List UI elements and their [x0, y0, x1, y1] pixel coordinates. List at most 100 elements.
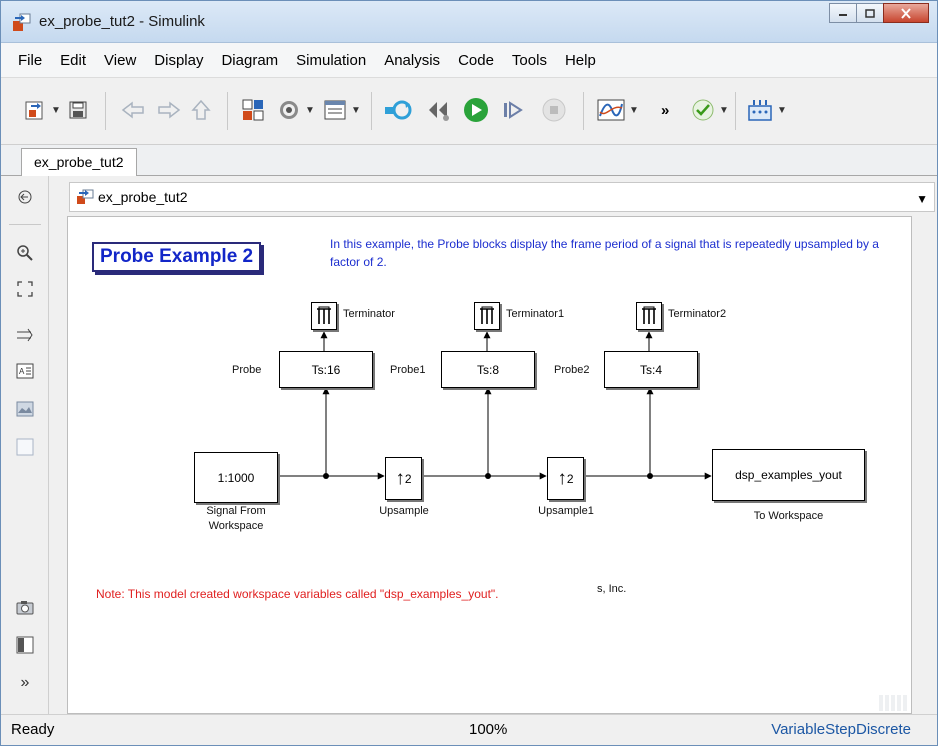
hide-browser-button[interactable] [14, 186, 36, 208]
stop-icon [542, 98, 566, 122]
step-back-icon [429, 102, 449, 121]
terminator-icon [642, 306, 656, 324]
probe2-block[interactable]: Ts:4 [604, 351, 698, 388]
save-icon [69, 101, 87, 119]
model-path-field[interactable]: ex_probe_tut2 ▼ [69, 182, 935, 212]
new-model-button[interactable]: ▼ [23, 92, 61, 128]
window-title: ex_probe_tut2 - Simulink [39, 13, 205, 30]
zoom-button[interactable] [14, 242, 36, 264]
minimize-button[interactable] [829, 3, 857, 23]
menu-analysis[interactable]: Analysis [375, 52, 449, 69]
data-inspector-button[interactable]: ▼ [597, 92, 639, 128]
image-icon [16, 401, 34, 417]
route-lines-icon [17, 328, 33, 342]
fit-to-view-button[interactable] [14, 278, 36, 300]
left-palette: A » [1, 176, 49, 714]
terminator-block[interactable] [311, 302, 337, 330]
probe2-label: Probe2 [554, 364, 590, 376]
menu-bar: File Edit View Display Diagram Simulatio… [1, 43, 937, 77]
step-back-button[interactable] [425, 92, 453, 128]
library-browser-button[interactable] [241, 92, 265, 128]
terminator1-block[interactable] [474, 302, 500, 330]
model-note: Note: This model created workspace varia… [96, 587, 499, 601]
close-button[interactable] [883, 3, 929, 23]
probe-block[interactable]: Ts:16 [279, 351, 373, 388]
checkmark-icon [692, 99, 714, 121]
terminator-icon [317, 306, 331, 324]
image-annotation-button[interactable] [14, 398, 36, 420]
forward-button[interactable] [157, 92, 181, 128]
menu-file[interactable]: File [9, 52, 51, 69]
toolbar: ▼ ▼ ▼ ▼ » ▼ ▼ [1, 77, 937, 145]
menu-display[interactable]: Display [145, 52, 212, 69]
more-label: » [661, 101, 670, 119]
terminator1-label: Terminator1 [506, 308, 565, 320]
status-bar: Ready 100% VariableStepDiscrete [1, 714, 937, 745]
run-button[interactable] [463, 92, 489, 128]
model-browser-icon [16, 636, 34, 654]
signal-from-workspace-block[interactable]: 1:1000 [194, 452, 278, 503]
signal-from-workspace-label: Signal From Workspace [206, 505, 266, 532]
arrow-right-icon [158, 101, 181, 119]
terminator2-block[interactable] [636, 302, 662, 330]
model-explorer-button[interactable]: ▼ [323, 92, 361, 128]
build-icon [748, 100, 772, 121]
more-tools-button[interactable]: » [661, 92, 669, 128]
model-browser-button[interactable] [14, 634, 36, 656]
tab-ex-probe-tut2[interactable]: ex_probe_tut2 [21, 148, 137, 177]
simulink-window: ex_probe_tut2 - Simulink File Edit View … [0, 0, 938, 746]
menu-edit[interactable]: Edit [51, 52, 95, 69]
up-arrow-icon: ↑ [395, 467, 405, 489]
step-forward-button[interactable] [501, 92, 525, 128]
library-browser-icon [242, 99, 264, 121]
menu-view[interactable]: View [95, 52, 145, 69]
upsample-block[interactable]: ↑ 2 [385, 457, 422, 500]
menu-tools[interactable]: Tools [503, 52, 556, 69]
menu-simulation[interactable]: Simulation [287, 52, 375, 69]
terminator2-label: Terminator2 [668, 308, 727, 320]
check-model-button[interactable]: ▼ [691, 92, 729, 128]
probe1-label: Probe1 [390, 364, 426, 376]
resize-grip[interactable] [879, 695, 909, 711]
annotation-button[interactable]: A [14, 360, 36, 382]
back-button[interactable] [121, 92, 145, 128]
build-button[interactable]: ▼ [747, 92, 787, 128]
upsample-factor: 2 [404, 471, 412, 486]
copyright-fragment: s, Inc. [597, 583, 627, 595]
up-arrow-icon: ↑ [557, 467, 567, 489]
chevron-down-icon[interactable]: ▼ [916, 192, 928, 206]
menu-code[interactable]: Code [449, 52, 503, 69]
stop-button[interactable] [541, 92, 567, 128]
signal-plot-icon [597, 99, 625, 121]
update-diagram-button[interactable] [383, 92, 413, 128]
model-configuration-button[interactable]: ▼ [277, 92, 315, 128]
circle-arrow-icon [18, 190, 32, 204]
run-icon [464, 98, 488, 122]
upsample-factor: 2 [566, 471, 574, 486]
to-workspace-block[interactable]: dsp_examples_yout [712, 449, 865, 501]
screenshot-button[interactable] [14, 596, 36, 618]
arrow-up-icon [191, 99, 211, 120]
svg-text:A: A [19, 367, 25, 376]
model-canvas[interactable]: Probe Example 2 In this example, the Pro… [67, 216, 912, 714]
solver-link[interactable]: VariableStepDiscrete [771, 721, 911, 738]
simulink-model-icon [13, 13, 31, 31]
update-diagram-icon [385, 100, 412, 120]
route-lines-button[interactable] [14, 324, 36, 346]
camera-icon [16, 601, 34, 615]
menu-diagram[interactable]: Diagram [212, 52, 287, 69]
area-button[interactable] [14, 436, 36, 458]
upsample1-block[interactable]: ↑ 2 [547, 457, 584, 500]
up-button[interactable] [191, 92, 211, 128]
save-button[interactable] [67, 92, 89, 128]
menu-help[interactable]: Help [556, 52, 605, 69]
new-model-icon [25, 101, 43, 120]
maximize-button[interactable] [856, 3, 884, 23]
probe1-block[interactable]: Ts:8 [441, 351, 535, 388]
expand-palette-button[interactable]: » [14, 672, 36, 694]
model-explorer-icon [324, 100, 346, 120]
maximize-icon [865, 8, 875, 18]
annotation-icon: A [16, 363, 34, 379]
zoom-level: 100% [469, 721, 508, 738]
fit-to-view-icon [17, 281, 33, 297]
